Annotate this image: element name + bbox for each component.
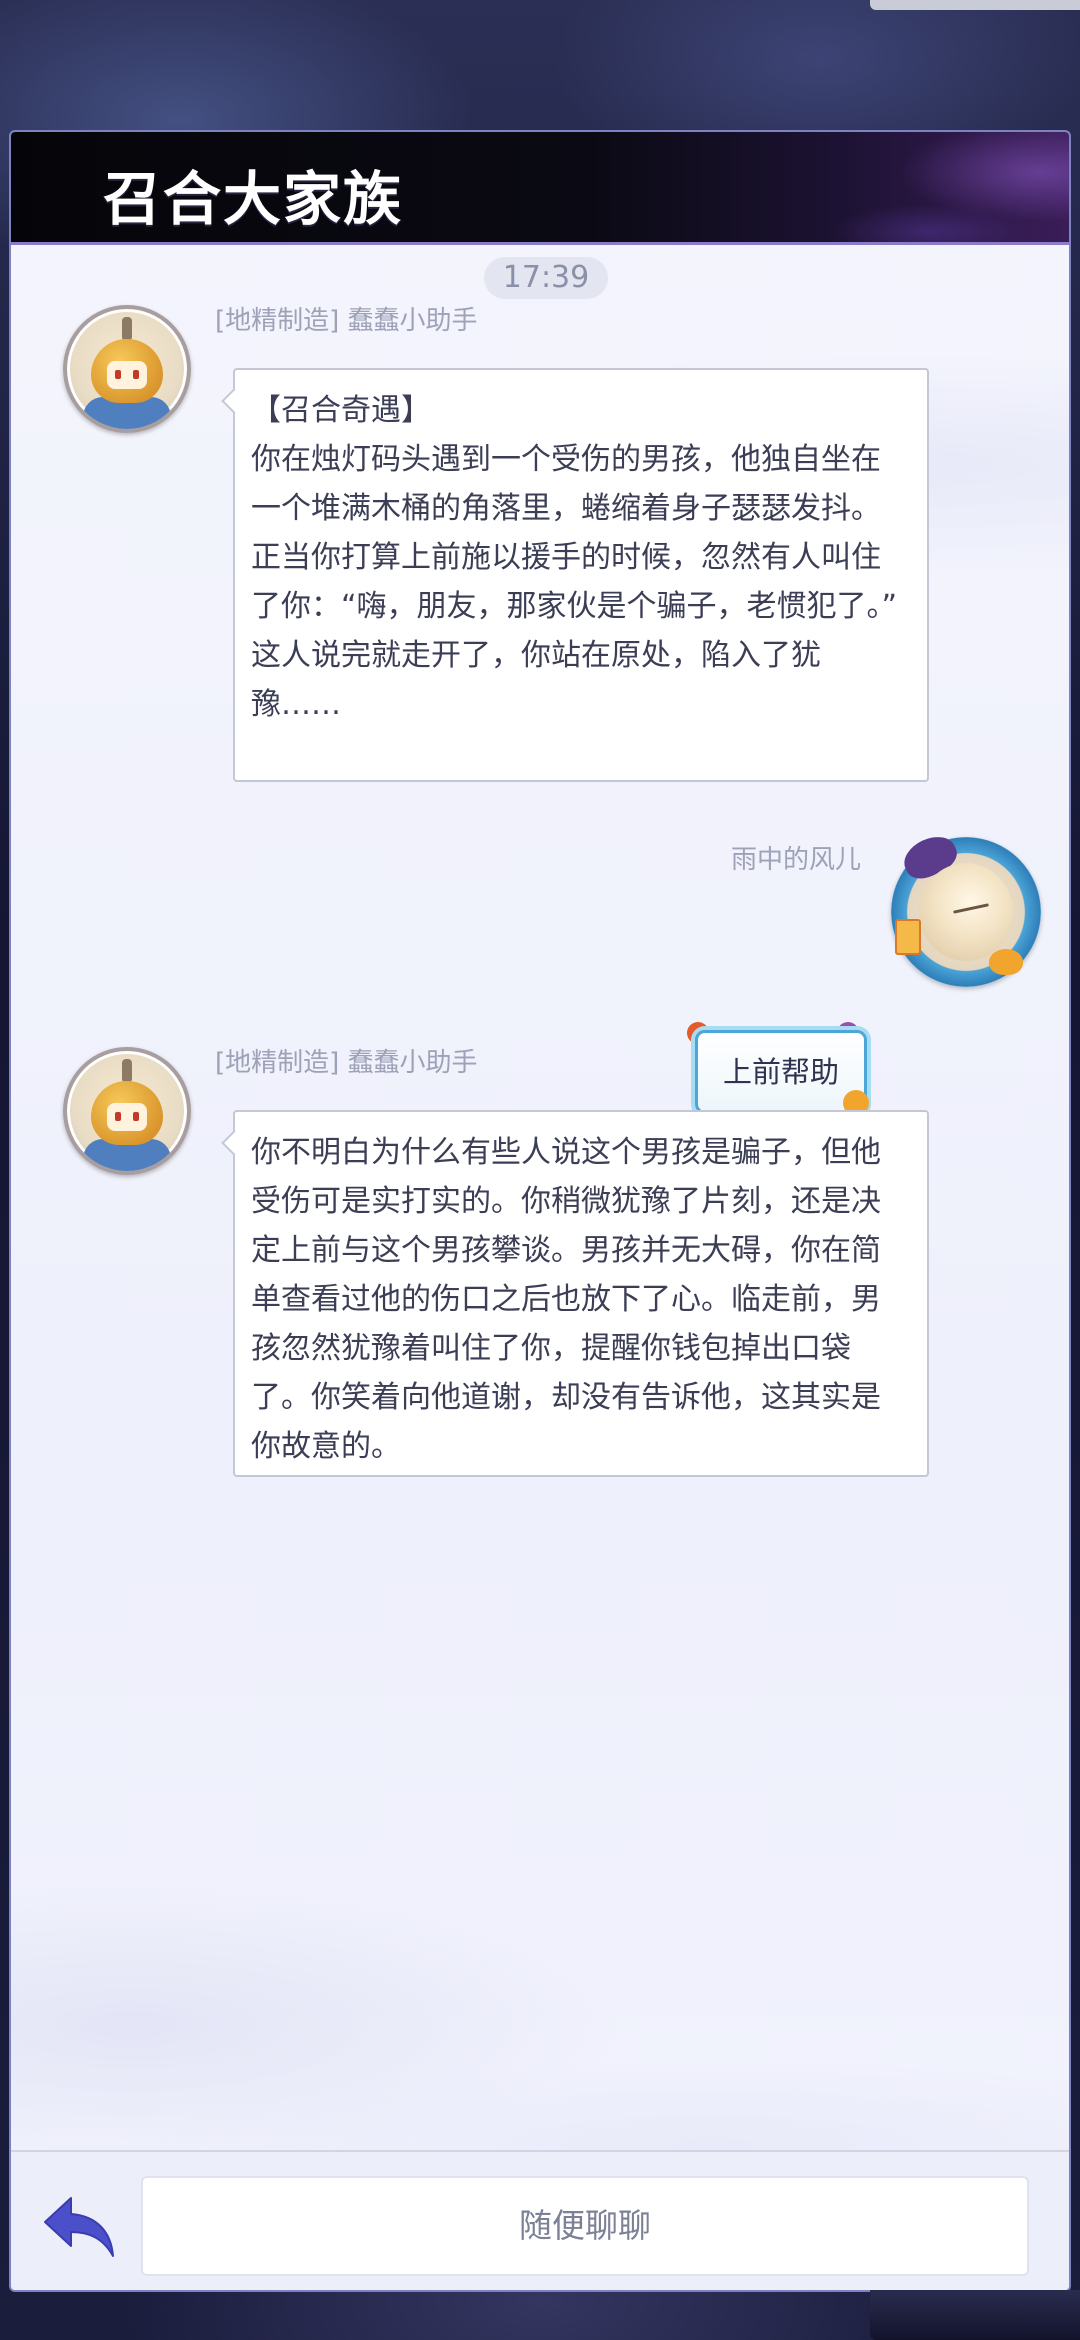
player-avatar[interactable]	[891, 829, 1041, 987]
header-decoration	[809, 132, 1069, 242]
drink-icon	[895, 919, 921, 955]
character-face-icon	[919, 863, 1013, 961]
robot-eye-icon	[133, 1112, 139, 1121]
message-text: 你在烛灯码头遇到一个受伤的男孩，他独自坐在一个堆满木桶的角落里，蜷缩着身子瑟瑟发…	[251, 442, 898, 624]
chat-input-bar: 随便聊聊	[11, 2150, 1069, 2290]
chat-panel: 召合大家族 17:39 [地精制造] 蠢蠢小助手 【召合奇遇】 你在烛灯码头遇到…	[9, 130, 1071, 2292]
message-timestamp: 17:39	[484, 257, 608, 299]
message-bubble: 【召合奇遇】 你在烛灯码头遇到一个受伤的男孩，他独自坐在一个堆满木桶的角落里，蜷…	[233, 368, 929, 782]
message-text: 这人说完就走开了，你站在原处，陷入了犹豫……	[251, 638, 821, 722]
robot-avatar[interactable]	[63, 305, 191, 433]
message-title: 【召合奇遇】	[251, 393, 431, 428]
robot-face-icon	[107, 361, 147, 389]
robot-face-icon	[107, 1103, 147, 1131]
robot-avatar[interactable]	[63, 1047, 191, 1175]
panel-title: 召合大家族	[103, 165, 404, 233]
robot-eye-icon	[133, 370, 139, 379]
chat-input-field[interactable]: 随便聊聊	[141, 2176, 1029, 2276]
robot-antenna-icon	[122, 317, 132, 341]
robot-eye-icon	[115, 1112, 121, 1121]
backdrop-top-strip	[870, 0, 1080, 10]
robot-antenna-icon	[122, 1059, 132, 1083]
backdrop-bottom-strip	[870, 2290, 1080, 2340]
sender-name: [地精制造] 蠢蠢小助手	[215, 306, 478, 336]
player-reply-bubble: 上前帮助	[695, 1030, 867, 1114]
player-name: 雨中的风儿	[731, 845, 862, 875]
message-text: 你不明白为什么有些人说这个男孩是骗子，但他受伤可是实打实的。你稍微犹豫了片刻，还…	[251, 1135, 881, 1464]
robot-eye-icon	[115, 370, 121, 379]
back-arrow-icon	[44, 2197, 114, 2257]
duck-icon	[989, 949, 1023, 975]
panel-header: 召合大家族	[11, 132, 1069, 245]
message-bubble: 你不明白为什么有些人说这个男孩是骗子，但他受伤可是实打实的。你稍微犹豫了片刻，还…	[233, 1110, 929, 1477]
sender-name: [地精制造] 蠢蠢小助手	[215, 1048, 478, 1078]
back-button[interactable]	[41, 2194, 121, 2264]
